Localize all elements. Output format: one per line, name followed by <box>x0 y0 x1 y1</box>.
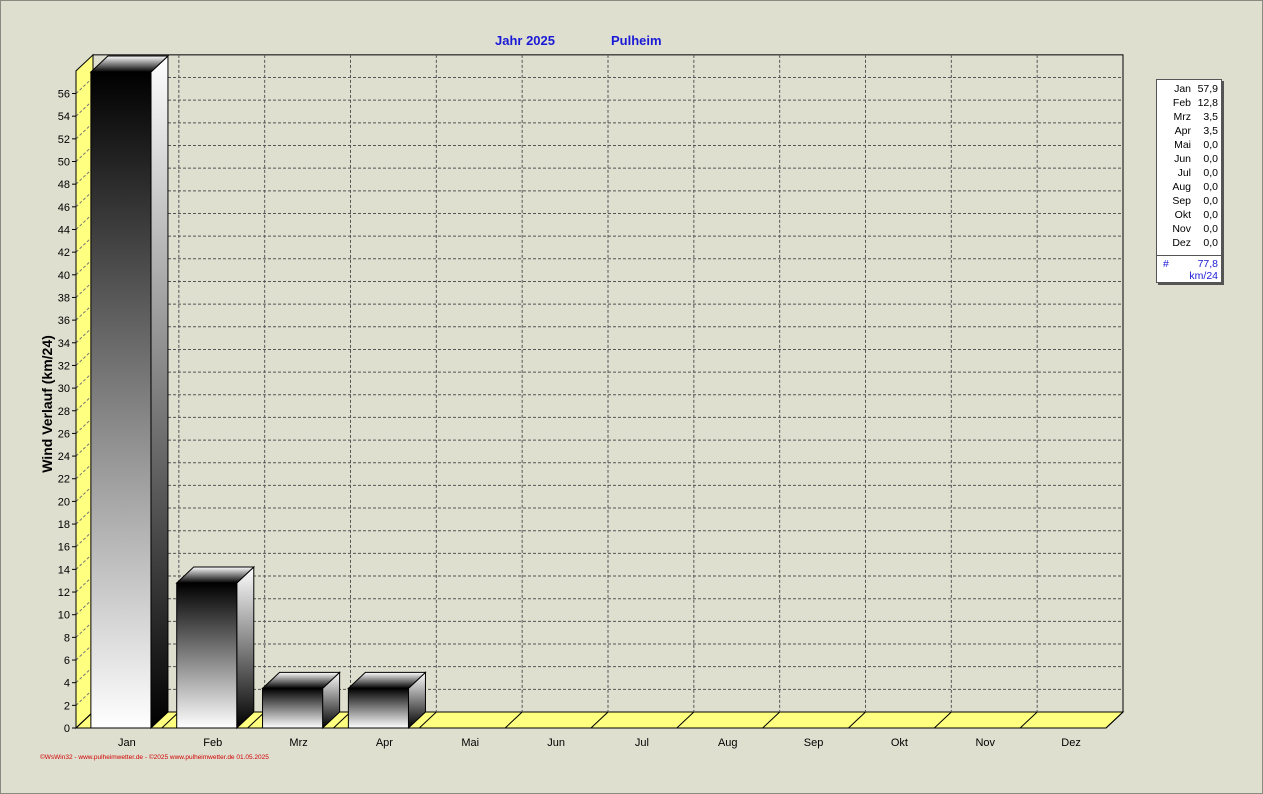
y-tick-label: 0 <box>64 723 70 735</box>
y-tick-label: 54 <box>58 111 70 123</box>
x-tick-label: Nov <box>975 737 995 749</box>
x-tick-label: Jan <box>118 737 136 749</box>
y-tick-label: 20 <box>58 496 70 508</box>
legend-row-jul: Jul 0,0 <box>1157 166 1221 180</box>
bar-front <box>176 582 238 729</box>
legend-row-apr: Apr 3,5 <box>1157 124 1221 138</box>
bar-side <box>150 54 169 730</box>
y-axis-label: Wind Verlauf (km/24) <box>39 335 55 473</box>
legend-box: Jan 57,9 Feb 12,8 Mrz 3,5 Apr 3,5 Mai 0,0 Jun 0,0 Ju… <box>1156 79 1222 283</box>
legend-row-feb: Feb 12,8 <box>1157 96 1221 110</box>
legend-row-dez: Dez 0,0 <box>1157 236 1221 250</box>
legend-value: 3,5 <box>1203 111 1218 123</box>
y-tick-label: 32 <box>58 360 70 372</box>
bar-front <box>90 71 152 729</box>
y-tick-label: 38 <box>58 292 70 304</box>
legend-row-jun: Jun 0,0 <box>1157 152 1221 166</box>
legend-row-mrz: Mrz 3,5 <box>1157 110 1221 124</box>
y-tick-label: 12 <box>58 587 70 599</box>
legend-value: 12,8 <box>1197 97 1218 109</box>
x-tick-label: Jun <box>547 737 565 749</box>
y-tick-label: 50 <box>58 157 70 169</box>
legend-month: Aug <box>1172 181 1191 193</box>
x-tick-label: Mrz <box>289 737 307 749</box>
legend-value: 0,0 <box>1203 167 1218 179</box>
legend-value: 0,0 <box>1203 209 1218 221</box>
legend-row-nov: Nov 0,0 <box>1157 222 1221 236</box>
y-tick-label: 44 <box>58 224 70 236</box>
y-tick-label: 28 <box>58 406 70 418</box>
y-tick-label: 8 <box>64 632 70 644</box>
legend-separator <box>1157 255 1221 256</box>
bar-jan <box>89 54 170 730</box>
legend-month: Dez <box>1172 237 1191 249</box>
legend-month: Apr <box>1174 125 1191 137</box>
x-tick-label: Feb <box>203 737 222 749</box>
legend-row-aug: Aug 0,0 <box>1157 180 1221 194</box>
footer-copyright: ©WsWin32 - www.pulheimwetter.de - ©2025 … <box>40 754 269 761</box>
x-tick-label: Mai <box>461 737 479 749</box>
legend-value: 0,0 <box>1203 237 1218 249</box>
legend-month: Sep <box>1172 195 1191 207</box>
x-tick-label: Apr <box>376 737 393 749</box>
x-tick-label: Aug <box>718 737 738 749</box>
x-tick-label: Okt <box>891 737 908 749</box>
legend-value: 0,0 <box>1203 195 1218 207</box>
bar-front <box>347 687 409 729</box>
x-tick-label: Dez <box>1061 737 1081 749</box>
y-tick-label: 26 <box>58 428 70 440</box>
y-tick-label: 34 <box>58 338 70 350</box>
y-tick-label: 46 <box>58 202 70 214</box>
legend-month: Mai <box>1174 139 1191 151</box>
legend-value: 0,0 <box>1203 139 1218 151</box>
y-tick-label: 36 <box>58 315 70 327</box>
x-tick-label: Jul <box>635 737 649 749</box>
y-tick-label: 14 <box>58 564 70 576</box>
legend-value: 0,0 <box>1203 181 1218 193</box>
legend-month: Nov <box>1172 223 1191 235</box>
y-tick-label: 18 <box>58 519 70 531</box>
legend-row-jan: Jan 57,9 <box>1157 82 1221 96</box>
bar-feb <box>175 565 256 730</box>
chart-plot: 0246810121416182022242628303234363840424… <box>58 53 1125 749</box>
legend-value: 0,0 <box>1203 153 1218 165</box>
y-tick-label: 22 <box>58 474 70 486</box>
legend-month: Jul <box>1177 167 1191 179</box>
y-tick-label: 40 <box>58 270 70 282</box>
legend-row-sep: Sep 0,0 <box>1157 194 1221 208</box>
legend-row-mai: Mai 0,0 <box>1157 138 1221 152</box>
legend-month: Mrz <box>1173 111 1192 123</box>
x-tick-label: Sep <box>804 737 824 749</box>
bar-front <box>262 687 324 729</box>
legend-month: Okt <box>1174 209 1191 221</box>
y-tick-label: 24 <box>58 451 70 463</box>
legend-total-symbol: # <box>1163 258 1169 270</box>
y-tick-label: 16 <box>58 542 70 554</box>
y-tick-label: 2 <box>64 700 70 712</box>
y-tick-label: 56 <box>58 89 70 101</box>
legend-month: Jan <box>1174 83 1191 95</box>
bar-apr <box>347 671 427 730</box>
bar-side <box>236 565 255 730</box>
y-tick-label: 4 <box>64 678 70 690</box>
bar-mrz <box>261 671 341 730</box>
legend-month: Feb <box>1172 97 1191 109</box>
legend-month: Jun <box>1174 153 1191 165</box>
legend-row-okt: Okt 0,0 <box>1157 208 1221 222</box>
legend-value: 3,5 <box>1203 125 1218 137</box>
legend-value: 0,0 <box>1203 223 1218 235</box>
y-tick-label: 6 <box>64 655 70 667</box>
y-tick-label: 42 <box>58 247 70 259</box>
y-tick-label: 30 <box>58 383 70 395</box>
legend-value: 57,9 <box>1197 83 1218 95</box>
y-tick-label: 52 <box>58 134 70 146</box>
y-tick-label: 48 <box>58 179 70 191</box>
y-tick-label: 10 <box>58 610 70 622</box>
legend-unit: km/24 <box>1189 270 1218 282</box>
